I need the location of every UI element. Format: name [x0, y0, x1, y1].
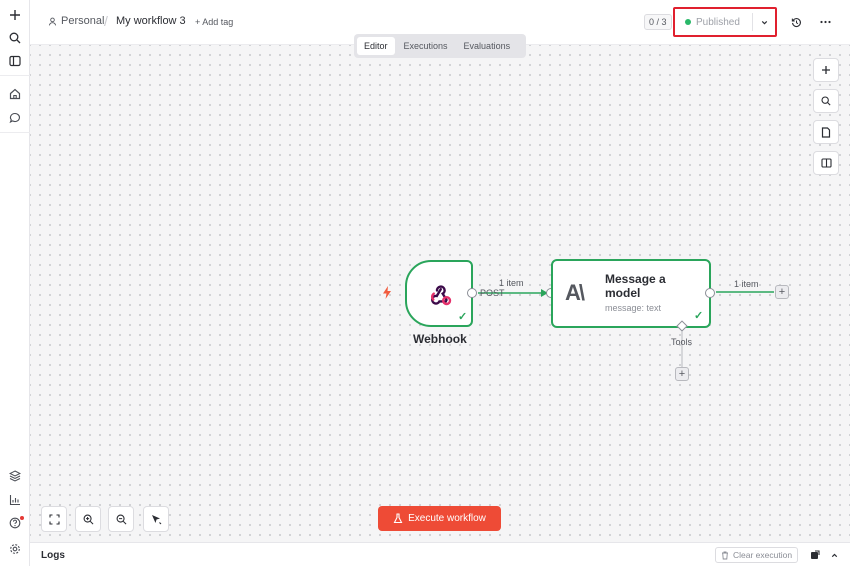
- fit-view-button[interactable]: [41, 506, 67, 532]
- zoom-in-button[interactable]: [75, 506, 101, 532]
- flask-icon: [393, 513, 403, 524]
- webhook-output-handle[interactable]: [467, 288, 477, 298]
- chevron-up-icon: [831, 553, 837, 557]
- webhook-node[interactable]: ✓: [405, 260, 473, 327]
- trash-icon: [722, 551, 728, 559]
- zoom-in-icon: [83, 514, 93, 524]
- trigger-bolt-icon: [382, 286, 392, 302]
- message-node-subtitle: message: text: [605, 303, 662, 313]
- add-next-node-button[interactable]: +: [775, 285, 789, 299]
- execute-workflow-button[interactable]: Execute workflow: [378, 506, 501, 531]
- zoom-out-icon: [116, 514, 126, 524]
- message-output-handle[interactable]: [705, 288, 715, 298]
- cursor-sparkle-icon: [152, 515, 162, 525]
- clear-execution-label: Clear execution: [733, 550, 793, 560]
- message-node-title: Message a model: [605, 272, 666, 300]
- clear-execution-button[interactable]: Clear execution: [715, 547, 799, 563]
- success-check-icon: ✓: [458, 311, 468, 323]
- logs-title: Logs: [41, 550, 65, 561]
- popout-icon: [811, 550, 820, 559]
- tidy-up-button[interactable]: [143, 506, 169, 532]
- add-tool-button[interactable]: +: [675, 367, 689, 381]
- execute-workflow-label: Execute workflow: [408, 513, 486, 524]
- fit-view-icon: [48, 513, 60, 525]
- anthropic-logo-icon: A\: [565, 280, 585, 305]
- edge-item-count: 1 item: [734, 279, 759, 289]
- webhook-node-label: Webhook: [413, 332, 467, 346]
- logs-bar[interactable]: Logs Clear execution: [30, 542, 850, 566]
- success-check-icon: ✓: [694, 310, 704, 322]
- webhook-icon: [431, 285, 452, 306]
- logs-popout-button[interactable]: [807, 547, 823, 563]
- logs-expand-button[interactable]: [826, 547, 842, 563]
- zoom-out-button[interactable]: [108, 506, 134, 532]
- tools-label: Tools: [671, 337, 693, 347]
- webhook-output-label: POST: [480, 288, 505, 298]
- edge-item-count: 1 item: [499, 278, 524, 288]
